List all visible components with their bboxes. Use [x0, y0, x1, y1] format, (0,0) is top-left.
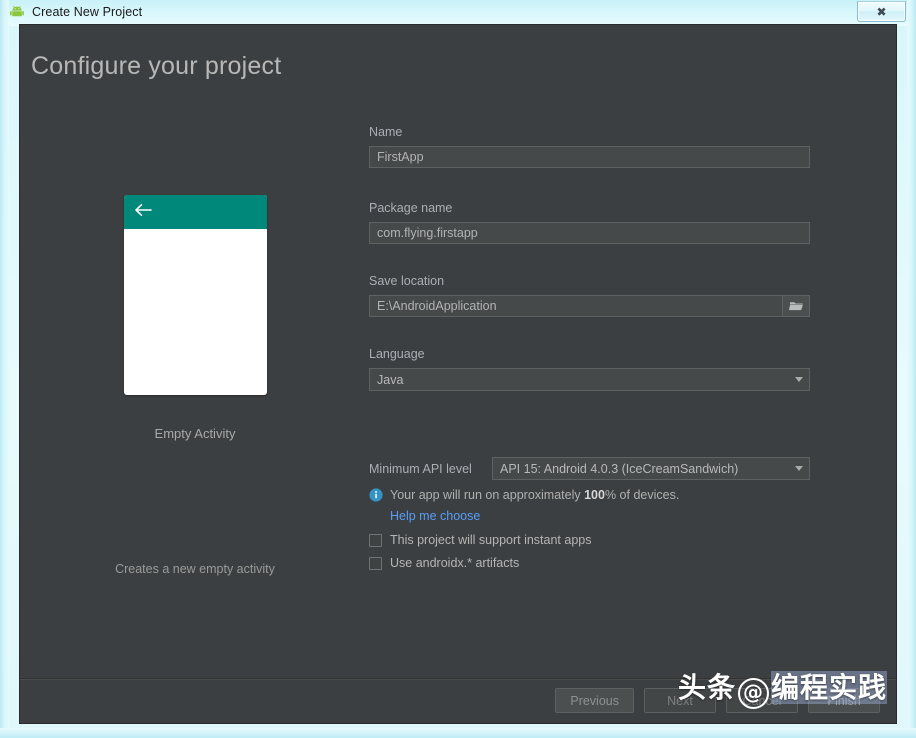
preview-appbar	[123, 195, 267, 229]
window-frame: Create New Project ✖ Configure your proj…	[0, 0, 916, 738]
language-select-value: Java	[377, 372, 404, 387]
save-location-label: Save location	[369, 274, 445, 288]
cancel-button[interactable]: Cancel	[726, 688, 798, 713]
checkbox-instant-apps-label: This project will support instant apps	[390, 533, 592, 547]
info-icon	[369, 488, 383, 502]
name-input-value: FirstApp	[377, 150, 424, 164]
activity-preview-thumbnail	[123, 195, 267, 395]
checkbox-androidx-label: Use androidx.* artifacts	[390, 556, 520, 570]
close-icon: ✖	[876, 4, 887, 19]
checkbox-androidx[interactable]: Use androidx.* artifacts	[369, 556, 519, 570]
folder-icon[interactable]	[782, 296, 809, 316]
android-icon	[9, 4, 25, 20]
dialog-footer: Previous Next Cancel Finish	[20, 678, 896, 723]
create-new-project-dialog: Configure your project Empty Activity Cr…	[19, 24, 897, 724]
template-name-label: Empty Activity	[154, 426, 236, 441]
checkbox-icon[interactable]	[369, 556, 382, 570]
field-save-location: Save location E:\AndroidApplication	[369, 274, 810, 317]
chevron-down-icon	[789, 377, 809, 382]
chevron-down-icon	[789, 466, 809, 471]
device-coverage-info: Your app will run on approximately 100% …	[369, 488, 679, 502]
save-location-input-value: E:\AndroidApplication	[377, 299, 497, 313]
frame-edge-left	[0, 0, 9, 738]
package-name-input[interactable]: com.flying.firstapp	[369, 222, 810, 244]
window-title: Create New Project	[32, 5, 143, 19]
min-api-label: Minimum API level	[369, 461, 472, 476]
page-title: Configure your project	[31, 52, 282, 80]
package-name-input-value: com.flying.firstapp	[377, 226, 478, 240]
coverage-prefix: Your app will run on approximately	[390, 488, 585, 502]
field-language: Language Java	[369, 347, 810, 391]
template-description: Creates a new empty activity	[115, 562, 275, 576]
template-preview-panel: Empty Activity	[20, 195, 370, 441]
min-api-select[interactable]: API 15: Android 4.0.3 (IceCreamSandwich)	[492, 457, 810, 480]
checkbox-icon[interactable]	[369, 533, 382, 547]
finish-button[interactable]: Finish	[808, 688, 880, 713]
field-package-name: Package name com.flying.firstapp	[369, 201, 810, 244]
language-label: Language	[369, 347, 425, 361]
coverage-percent: 100	[584, 488, 605, 502]
frame-edge-bottom	[0, 728, 916, 738]
checkbox-instant-apps[interactable]: This project will support instant apps	[369, 533, 591, 547]
frame-edge-right	[907, 0, 916, 738]
device-coverage-text: Your app will run on approximately 100% …	[390, 488, 679, 502]
next-button[interactable]: Next	[644, 688, 716, 713]
save-location-input[interactable]: E:\AndroidApplication	[369, 295, 810, 317]
help-me-choose-link[interactable]: Help me choose	[390, 509, 480, 523]
min-api-select-value: API 15: Android 4.0.3 (IceCreamSandwich)	[500, 461, 739, 476]
coverage-suffix: % of devices.	[604, 488, 680, 502]
previous-button[interactable]: Previous	[555, 688, 634, 713]
arrow-left-icon	[134, 203, 152, 222]
name-input[interactable]: FirstApp	[369, 146, 810, 168]
field-min-api-level: Minimum API level API 15: Android 4.0.3 …	[369, 457, 810, 480]
field-name: Name FirstApp	[369, 125, 810, 168]
language-select[interactable]: Java	[369, 368, 810, 391]
title-bar: Create New Project ✖	[0, 0, 916, 24]
close-button[interactable]: ✖	[857, 1, 906, 22]
name-label: Name	[369, 125, 403, 139]
package-name-label: Package name	[369, 201, 453, 215]
